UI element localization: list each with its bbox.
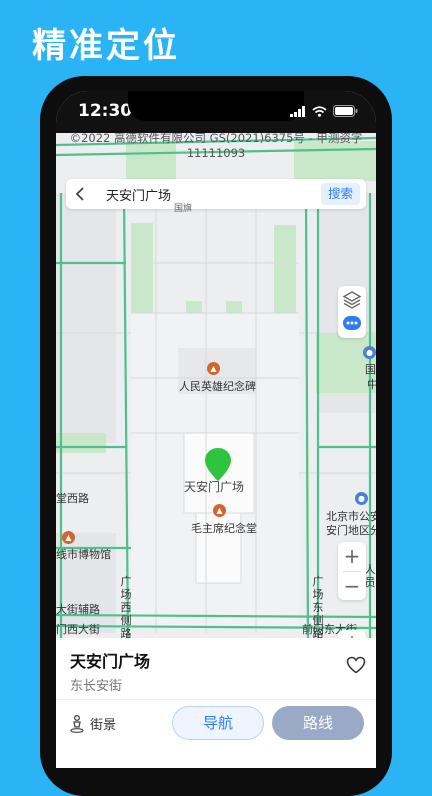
museum-icon: ▲ xyxy=(62,531,75,544)
map-label-mausoleum[interactable]: 毛主席纪念堂 xyxy=(191,520,257,536)
zoom-out-icon[interactable]: − xyxy=(338,572,366,600)
map-copyright: ©2022 高德软件有限公司 GS(2021)6375号 - 甲测资字 1111… xyxy=(56,133,376,161)
map-label-west-side-road: 广场西侧路 xyxy=(120,575,132,638)
map-label-road-tag: 国旗 xyxy=(174,204,193,214)
national-icon: ● xyxy=(363,346,376,359)
back-arrow-icon[interactable] xyxy=(72,185,90,203)
phone-screen: 12:30 ©2022 高德软件有限公司 GS(2021)6375号 - 甲测资… xyxy=(56,91,376,768)
map-label-square[interactable]: 天安门广场 xyxy=(184,478,244,495)
status-time: 12:30 xyxy=(78,101,133,121)
place-panel: 天安门广场 东长安街 街景 导航 路线 xyxy=(56,638,376,768)
street-view-button[interactable]: 街景 xyxy=(70,714,116,733)
place-title: 天安门广场 xyxy=(70,652,151,671)
map-label-police-2[interactable]: 安门地区分 xyxy=(326,522,376,538)
map-label-museum[interactable]: 线市博物馆 xyxy=(56,546,111,562)
locate-button[interactable] xyxy=(338,630,366,638)
navigate-button[interactable]: 导航 xyxy=(172,706,264,740)
search-input[interactable] xyxy=(106,184,316,204)
zoom-control: + − xyxy=(338,542,366,600)
promo-headline: 精准定位 xyxy=(32,26,180,66)
status-icons xyxy=(290,105,358,117)
battery-icon xyxy=(333,105,358,117)
monument-icon: ▲ xyxy=(207,362,220,375)
map-label-aux-road: 大街辅路 xyxy=(56,603,100,616)
search-bar: 搜索 xyxy=(66,179,366,209)
mausoleum-icon: ▲ xyxy=(213,504,226,517)
panel-divider xyxy=(56,699,376,700)
signal-icon xyxy=(290,105,305,117)
map-label-national-2: 中 xyxy=(367,378,376,391)
map-label-front-west: 门西大街 xyxy=(56,623,100,636)
favorite-heart-icon[interactable] xyxy=(346,656,366,674)
route-button[interactable]: 路线 xyxy=(272,706,364,740)
copyright-line-2: 11111093 xyxy=(186,146,246,160)
place-subtitle: 东长安街 xyxy=(70,679,123,694)
wifi-icon xyxy=(312,105,327,117)
more-icon[interactable] xyxy=(343,316,361,332)
layers-icon[interactable] xyxy=(342,290,362,310)
street-view-label: 街景 xyxy=(90,718,117,733)
map-label-monument[interactable]: 人民英雄纪念碑 xyxy=(179,378,256,394)
map-label-west-road: 堂西路 xyxy=(56,492,89,505)
map-layers-control xyxy=(338,286,366,338)
map-view[interactable]: ©2022 高德软件有限公司 GS(2021)6375号 - 甲测资字 1111… xyxy=(56,133,376,638)
status-bar: 12:30 xyxy=(56,91,376,133)
search-button[interactable]: 搜索 xyxy=(320,183,360,205)
map-label-national-1: 国 xyxy=(365,363,376,376)
street-view-icon xyxy=(70,714,84,733)
notch xyxy=(128,91,304,121)
police-icon: ● xyxy=(355,492,368,505)
zoom-in-icon[interactable]: + xyxy=(338,542,366,570)
copyright-line-1: ©2022 高德软件有限公司 GS(2021)6375号 - 甲测资字 xyxy=(69,133,363,145)
